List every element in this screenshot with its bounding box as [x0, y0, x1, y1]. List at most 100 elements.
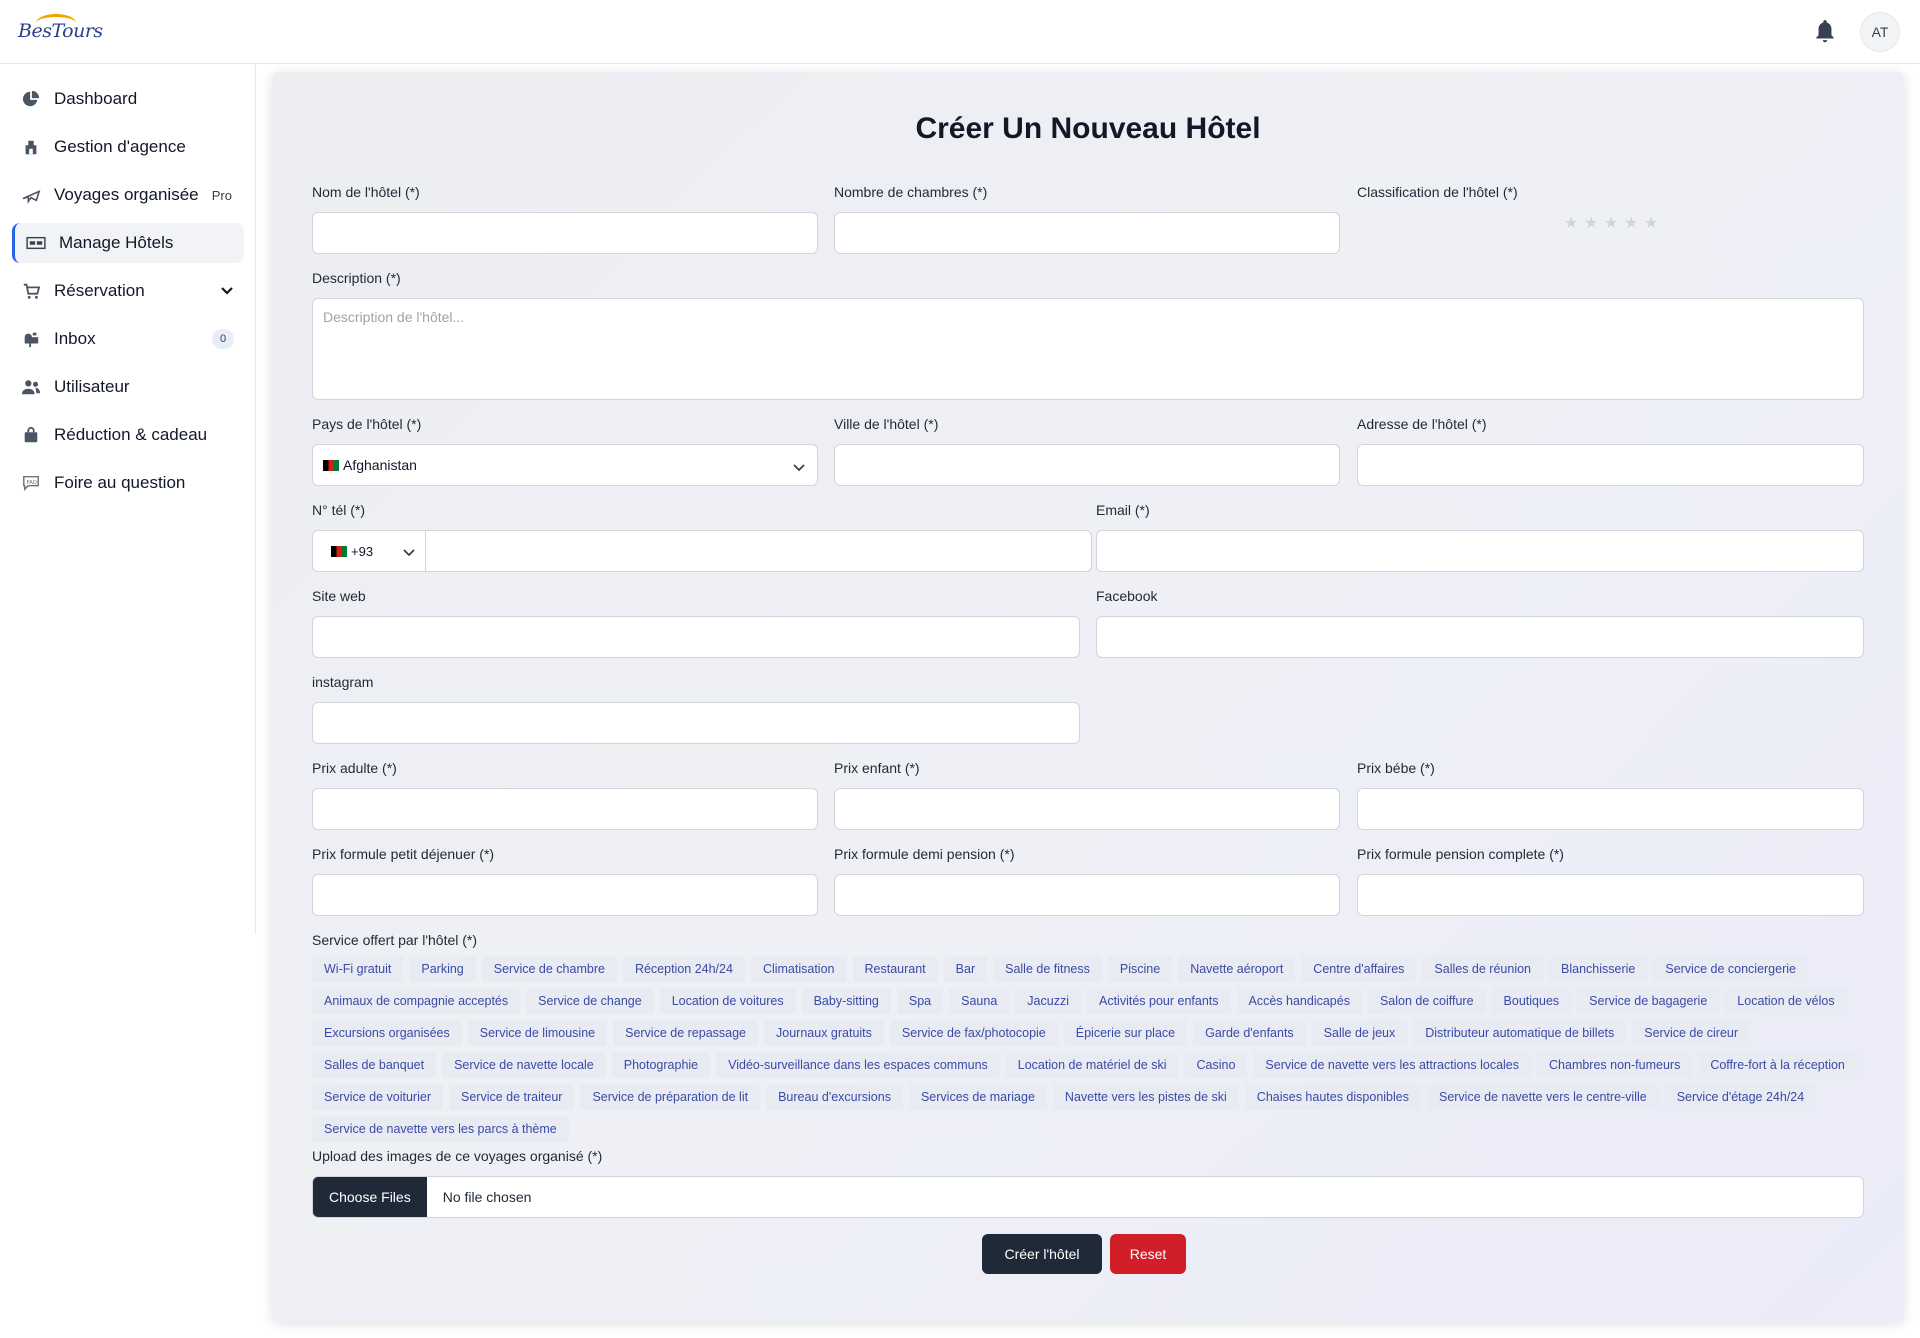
service-tag[interactable]: Service de repassage [613, 1020, 759, 1046]
price-breakfast-input[interactable] [312, 874, 818, 916]
service-tag[interactable]: Réception 24h/24 [622, 956, 745, 982]
star-icon[interactable]: ★ [1644, 216, 1660, 232]
create-hotel-button[interactable]: Créer l'hôtel [982, 1234, 1102, 1274]
service-tag[interactable]: Parking [409, 956, 476, 982]
price-half-board-input[interactable] [834, 874, 1340, 916]
service-tag[interactable]: Services de mariage [908, 1084, 1047, 1110]
price-full-board-input[interactable] [1357, 874, 1864, 916]
service-tag[interactable]: Salon de coiffure [1367, 988, 1486, 1014]
service-tag[interactable]: Service de cireur [1632, 1020, 1751, 1046]
service-tag[interactable]: Piscine [1107, 956, 1173, 982]
sidebar-item-trips[interactable]: Voyages organisée Pro [12, 175, 244, 215]
service-tag[interactable]: Service de change [526, 988, 654, 1014]
service-tag[interactable]: Location de voitures [659, 988, 796, 1014]
star-icon[interactable]: ★ [1584, 216, 1600, 232]
avatar[interactable]: AT [1860, 12, 1900, 52]
price-adult-input[interactable] [312, 788, 818, 830]
service-tag[interactable]: Service de chambre [481, 956, 617, 982]
service-tag[interactable]: Salles de réunion [1422, 956, 1544, 982]
sidebar-item-users[interactable]: Utilisateur [12, 367, 244, 407]
service-tag[interactable]: Baby-sitting [801, 988, 891, 1014]
star-icon[interactable]: ★ [1564, 216, 1580, 232]
sidebar-item-agency[interactable]: Gestion d'agence [12, 127, 244, 167]
choose-files-button[interactable]: Choose Files [313, 1177, 427, 1217]
hotel-name-input[interactable] [312, 212, 818, 254]
service-tag[interactable]: Service de préparation de lit [580, 1084, 761, 1110]
service-tag[interactable]: Service de fax/photocopie [889, 1020, 1058, 1046]
sidebar-item-reservation[interactable]: Réservation [12, 271, 244, 311]
sidebar-item-label: Réservation [54, 281, 145, 300]
rating-stars[interactable]: ★ ★ ★ ★ ★ [1564, 216, 1660, 232]
service-tag[interactable]: Excursions organisées [312, 1020, 462, 1046]
brand-logo[interactable]: BesTours [18, 14, 103, 50]
sidebar-item-discounts[interactable]: Réduction & cadeau [12, 415, 244, 455]
service-tag[interactable]: Sauna [949, 988, 1010, 1014]
phone-country-select[interactable]: +93 [312, 530, 426, 572]
address-input[interactable] [1357, 444, 1864, 486]
service-tag[interactable]: Navette aéroport [1178, 956, 1296, 982]
service-tag[interactable]: Navette vers les pistes de ski [1052, 1084, 1239, 1110]
service-tag[interactable]: Service de navette vers le centre-ville [1426, 1084, 1659, 1110]
service-tag[interactable]: Wi-Fi gratuit [312, 956, 404, 982]
service-tag[interactable]: Journaux gratuits [764, 1020, 884, 1046]
service-tag[interactable]: Activités pour enfants [1086, 988, 1231, 1014]
reset-button[interactable]: Reset [1110, 1234, 1186, 1274]
service-tag[interactable]: Service de conciergerie [1653, 956, 1808, 982]
service-tag[interactable]: Vidéo-surveillance dans les espaces comm… [716, 1052, 1000, 1078]
star-icon[interactable]: ★ [1624, 216, 1640, 232]
rooms-input[interactable] [834, 212, 1340, 254]
price-child-input[interactable] [834, 788, 1340, 830]
instagram-input[interactable] [312, 702, 1080, 744]
service-tag[interactable]: Casino [1184, 1052, 1248, 1078]
service-tag[interactable]: Boutiques [1491, 988, 1572, 1014]
sidebar-item-dashboard[interactable]: Dashboard [12, 79, 244, 119]
price-baby-input[interactable] [1357, 788, 1864, 830]
service-tag[interactable]: Climatisation [750, 956, 847, 982]
service-tag[interactable]: Spa [896, 988, 944, 1014]
service-tag[interactable]: Location de vélos [1725, 988, 1847, 1014]
service-tag[interactable]: Jacuzzi [1015, 988, 1081, 1014]
description-textarea[interactable]: Description de l'hôtel... [312, 298, 1864, 400]
service-tag[interactable]: Service de limousine [467, 1020, 608, 1046]
country-select[interactable]: Afghanistan [312, 444, 818, 486]
city-input[interactable] [834, 444, 1340, 486]
service-tag[interactable]: Épicerie sur place [1063, 1020, 1188, 1046]
sidebar-item-faq[interactable]: FAQ Foire au question [12, 463, 244, 503]
service-tag[interactable]: Restaurant [852, 956, 938, 982]
top-bar: BesTours AT [0, 0, 1920, 64]
service-tag[interactable]: Chambres non-fumeurs [1537, 1052, 1693, 1078]
service-tag[interactable]: Distributeur automatique de billets [1413, 1020, 1627, 1046]
service-tag[interactable]: Service de navette locale [442, 1052, 606, 1078]
service-tag[interactable]: Service de bagagerie [1577, 988, 1720, 1014]
pro-badge: Pro [211, 187, 232, 203]
service-tag[interactable]: Chaises hautes disponibles [1244, 1084, 1421, 1110]
service-tag[interactable]: Service de voiturier [312, 1084, 443, 1110]
users-icon [20, 376, 42, 398]
service-tag[interactable]: Service de traiteur [449, 1084, 575, 1110]
service-tag[interactable]: Bureau d'excursions [766, 1084, 903, 1110]
service-tag[interactable]: Service de navette vers les parcs à thèm… [312, 1116, 569, 1142]
image-upload-input[interactable]: Choose Files No file chosen [312, 1176, 1864, 1218]
email-input[interactable] [1096, 530, 1864, 572]
service-tag[interactable]: Service de navette vers les attractions … [1253, 1052, 1532, 1078]
bell-icon[interactable] [1812, 18, 1838, 46]
service-tag[interactable]: Location de matériel de ski [1005, 1052, 1179, 1078]
service-tag[interactable]: Bar [943, 956, 988, 982]
service-tag[interactable]: Garde d'enfants [1193, 1020, 1306, 1046]
phone-input[interactable] [425, 530, 1092, 572]
service-tag[interactable]: Blanchisserie [1549, 956, 1648, 982]
service-tag[interactable]: Salles de banquet [312, 1052, 437, 1078]
service-tag[interactable]: Photographie [611, 1052, 711, 1078]
sidebar-item-hotels[interactable]: Manage Hôtels [12, 223, 244, 263]
service-tag[interactable]: Salle de jeux [1311, 1020, 1408, 1046]
service-tag[interactable]: Animaux de compagnie acceptés [312, 988, 521, 1014]
star-icon[interactable]: ★ [1604, 216, 1620, 232]
service-tag[interactable]: Service d'étage 24h/24 [1664, 1084, 1817, 1110]
website-input[interactable] [312, 616, 1080, 658]
sidebar-item-inbox[interactable]: Inbox 0 [12, 319, 244, 359]
service-tag[interactable]: Accès handicapés [1236, 988, 1362, 1014]
service-tag[interactable]: Centre d'affaires [1301, 956, 1417, 982]
service-tag[interactable]: Salle de fitness [993, 956, 1102, 982]
facebook-input[interactable] [1096, 616, 1864, 658]
service-tag[interactable]: Coffre-fort à la réception [1698, 1052, 1857, 1078]
